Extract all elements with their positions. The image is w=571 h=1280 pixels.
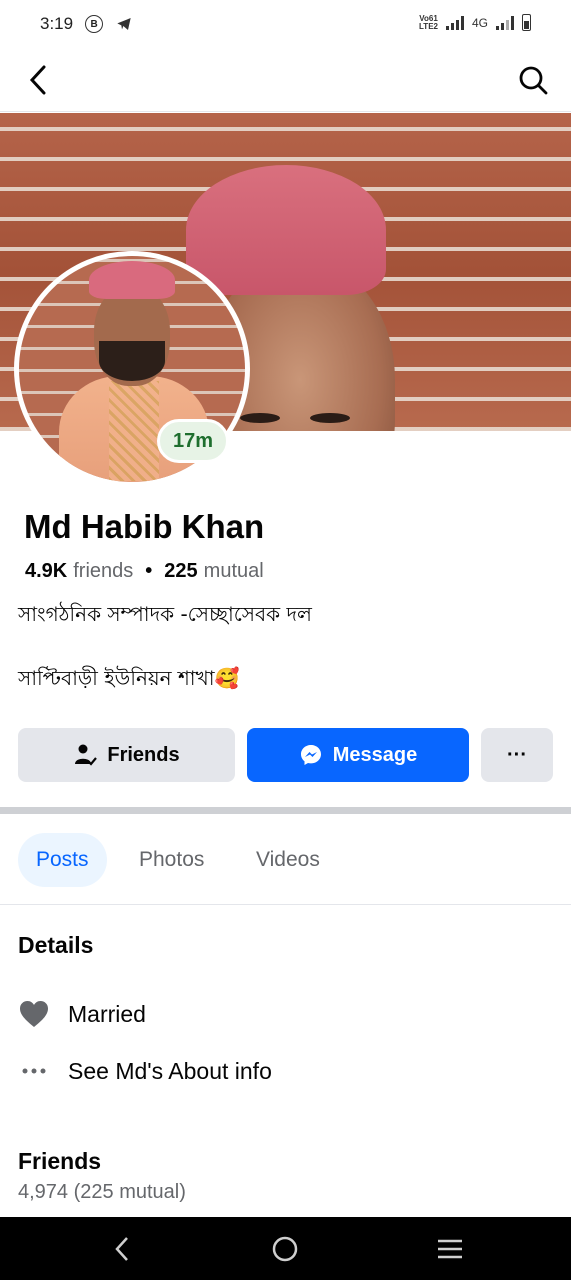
friends-section-title: Friends — [18, 1148, 102, 1174]
friends-word: friends — [73, 560, 134, 582]
top-nav — [0, 48, 571, 112]
bio-line-1: সাংগঠনিক সম্পাদক -সেচ্ছাসেবক দল — [18, 602, 312, 626]
profile-name: Md Habib Khan — [24, 508, 265, 545]
bio-line-2: সাপ্টিবাড়ী ইউনিয়ন শাখা🥰 — [18, 666, 240, 690]
tab-posts[interactable]: Posts — [18, 833, 107, 887]
status-bar: 3:19 B Vo61 LTE2 4G — [0, 0, 571, 48]
tab-photos[interactable]: Photos — [121, 833, 222, 887]
friend-check-icon — [75, 744, 98, 766]
system-home-icon — [272, 1236, 298, 1262]
friends-section-summary: 4,974 (225 mutual) — [18, 1181, 186, 1203]
mutual-count: 225 — [164, 560, 198, 582]
messenger-icon — [300, 745, 321, 765]
message-button[interactable]: Message — [247, 728, 469, 782]
more-icon: ··· — [507, 743, 527, 766]
mutual-word: mutual — [203, 560, 264, 582]
message-button-label: Message — [332, 743, 418, 766]
active-status-badge: 17m — [157, 419, 229, 463]
cover-cap — [186, 165, 386, 295]
network-type: 4G — [471, 15, 488, 30]
heart-icon — [18, 998, 50, 1030]
signal-icon — [445, 15, 464, 30]
about-info-link: See Md's About info — [68, 1057, 272, 1084]
cover-eye — [310, 413, 350, 423]
relationship-row: Married — [18, 998, 146, 1030]
search-icon — [519, 66, 548, 95]
more-options-button[interactable]: ··· — [481, 728, 553, 782]
system-back-button[interactable] — [108, 1235, 136, 1263]
volte-indicator: Vo61 LTE2 — [419, 13, 438, 31]
signal-icon-2 — [496, 15, 514, 30]
system-home-button[interactable] — [271, 1235, 299, 1263]
details-title: Details — [18, 932, 94, 958]
relationship-status: Married — [68, 1000, 146, 1027]
tabs-divider — [0, 904, 571, 905]
back-arrow-icon — [29, 65, 46, 95]
tab-videos[interactable]: Videos — [238, 833, 338, 887]
friends-button-label: Friends — [107, 743, 180, 766]
back-button[interactable] — [20, 62, 56, 98]
search-button[interactable] — [515, 62, 551, 98]
about-info-row[interactable]: See Md's About info — [18, 1055, 272, 1087]
ellipsis-icon — [18, 1055, 50, 1087]
telegram-icon — [117, 18, 131, 30]
system-back-icon — [115, 1237, 128, 1261]
friends-summary[interactable]: 4.9K friends • 225 mutual — [25, 560, 264, 583]
friends-button[interactable]: Friends — [18, 728, 235, 782]
system-menu-icon — [438, 1239, 462, 1259]
separator-dot: • — [145, 560, 153, 582]
section-divider — [0, 807, 571, 814]
system-recents-button[interactable] — [436, 1235, 464, 1263]
status-time: 3:19 — [40, 14, 74, 33]
battery-icon — [522, 14, 531, 31]
b-app-icon: B — [85, 15, 104, 33]
system-nav-bar — [0, 1217, 571, 1280]
cover-eye — [240, 413, 280, 423]
friends-count: 4.9K — [25, 560, 68, 582]
